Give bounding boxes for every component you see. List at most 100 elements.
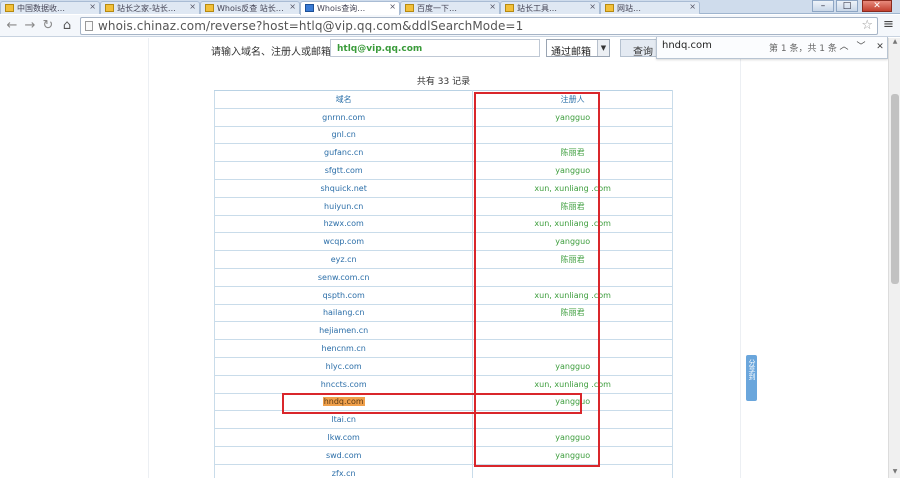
domain-link[interactable]: qspth.com [213, 285, 474, 305]
share-side-widget[interactable]: 分享到 [746, 355, 757, 401]
address-bar[interactable]: whois.chinaz.com/reverse?host=htlq@vip.q… [80, 17, 878, 35]
maximize-button[interactable]: □ [836, 0, 858, 12]
table-row: eyz.cn 陈丽君 [213, 250, 673, 269]
browser-tab[interactable]: 中国数据收… × [0, 1, 100, 14]
tab-close-icon[interactable]: × [289, 2, 296, 11]
results-table: 域名 注册人 gnrnn.com yangguo gnl.cn gufanc.cn… [213, 90, 673, 478]
find-input[interactable]: hndq.com [662, 40, 782, 55]
domain-link[interactable]: wcqp.com [213, 232, 474, 252]
table-row: huiyun.cn 陈丽君 [213, 196, 673, 216]
forward-arrow-icon[interactable]: → [22, 18, 38, 34]
browser-tab[interactable]: 网站… × [600, 1, 700, 14]
table-row: gufanc.cn 陈丽君 [213, 143, 673, 163]
domain-link[interactable]: hzwx.com [213, 214, 474, 234]
tab-label: 站长工具… [517, 4, 557, 13]
tab-label: 网站… [617, 4, 641, 13]
menu-icon[interactable]: ≡ [883, 17, 897, 32]
query-button[interactable]: 查询 [620, 39, 660, 58]
domain-link[interactable]: shquick.net [213, 178, 474, 198]
domain-link[interactable]: zfx.cn [213, 463, 474, 478]
domain-link[interactable]: hailang.cn [213, 303, 474, 323]
page-favicon-icon [305, 4, 314, 12]
domain-link[interactable]: gnl.cn [213, 125, 474, 145]
tab-close-icon[interactable]: × [389, 2, 396, 11]
browser-toolbar: ← → ↻ ⌂ whois.chinaz.com/reverse?host=ht… [0, 15, 900, 37]
vertical-scrollbar[interactable]: ▲ ▼ [888, 38, 900, 478]
domain-link[interactable]: hencnm.cn [213, 339, 474, 358]
domain-link[interactable]: gufanc.cn [213, 143, 474, 163]
scroll-down-arrow-icon[interactable]: ▼ [889, 468, 900, 478]
tab-label: Whois反查 站长… [217, 4, 284, 13]
table-row: lkw.com yangguo [213, 428, 673, 447]
table-row: hlyc.com yangguo [213, 356, 673, 376]
table-row: gnrnn.com yangguo [213, 107, 673, 127]
tab-label: Whois查询… [317, 4, 366, 13]
search-label: 请输入域名、注册人或邮箱: [211, 47, 335, 58]
page-icon [85, 21, 93, 31]
page-favicon-icon [105, 4, 114, 12]
find-bar: hndq.com 第 1 条，共 1 条 ︿ ﹀ ✕ [656, 37, 888, 59]
page-favicon-icon [605, 4, 614, 12]
browser-tab[interactable]: Whois反查 站长… × [200, 1, 300, 14]
domain-link[interactable]: senw.com.cn [213, 267, 474, 287]
search-mode-value: 通过邮箱 [551, 47, 591, 58]
table-row: sfgtt.com yangguo [213, 161, 673, 180]
search-mode-select[interactable]: 通过邮箱 ▼ [546, 39, 610, 58]
table-row: shquick.net xun, xunliang .com [213, 178, 673, 198]
chevron-down-icon: ▼ [597, 40, 609, 56]
page-favicon-icon [5, 4, 14, 12]
highlighted-row-annotation-box [282, 393, 582, 414]
table-header-row: 域名 注册人 [213, 90, 673, 109]
domain-link[interactable]: sfgtt.com [213, 161, 474, 180]
table-row: gnl.cn [213, 125, 673, 145]
table-row: zfx.cn [213, 463, 673, 478]
table-row: hailang.cn 陈丽君 [213, 303, 673, 323]
tab-label: 中国数据收… [17, 4, 65, 13]
table-row: qspth.com xun, xunliang .com [213, 285, 673, 305]
share-label: 分享到 [748, 359, 756, 380]
domain-link[interactable]: hlyc.com [213, 356, 474, 376]
tab-strip: 中国数据收… × 站长之家-站长… × Whois反查 站长… × Whois查… [0, 0, 900, 15]
domain-link[interactable]: gnrnn.com [213, 107, 474, 127]
domain-link[interactable]: hejiamen.cn [213, 321, 474, 341]
page-favicon-icon [505, 4, 514, 12]
results-summary: 共有 33 记录 [416, 77, 471, 87]
table-row: swd.com yangguo [213, 445, 673, 465]
table-row: hencnm.cn [213, 339, 673, 358]
domain-link[interactable]: lkw.com [213, 428, 474, 447]
page-favicon-icon [205, 4, 214, 12]
tab-close-icon[interactable]: × [489, 2, 496, 11]
table-row: senw.com.cn [213, 267, 673, 287]
scrollbar-thumb[interactable] [891, 94, 899, 284]
tab-label: 站长之家-站长… [117, 4, 176, 13]
home-icon[interactable]: ⌂ [59, 18, 75, 34]
bookmark-star-icon[interactable]: ☆ [861, 18, 873, 33]
back-arrow-icon[interactable]: ← [4, 18, 20, 34]
domain-link[interactable]: huiyun.cn [213, 196, 474, 216]
find-next-icon[interactable]: ﹀ [854, 39, 868, 55]
table-row: hnccts.com xun, xunliang .com [213, 374, 673, 394]
browser-tab-active[interactable]: Whois查询… × [300, 1, 400, 15]
browser-tab[interactable]: 站长工具… × [500, 1, 600, 14]
browser-tab[interactable]: 百度一下… × [400, 1, 500, 14]
search-input[interactable]: htlq@vip.qq.com [330, 39, 540, 57]
find-close-icon[interactable]: ✕ [873, 39, 887, 55]
url-text[interactable]: whois.chinaz.com/reverse?host=htlq@vip.q… [98, 19, 523, 33]
reload-icon[interactable]: ↻ [40, 18, 56, 34]
domain-link[interactable]: eyz.cn [213, 250, 474, 269]
tab-label: 百度一下… [417, 4, 457, 13]
column-header-domain: 域名 [213, 90, 474, 109]
tab-close-icon[interactable]: × [689, 2, 696, 11]
table-row: hejiamen.cn [213, 321, 673, 341]
minimize-button[interactable]: – [812, 0, 834, 12]
find-previous-icon[interactable]: ︿ [837, 39, 851, 55]
browser-tab[interactable]: 站长之家-站长… × [100, 1, 200, 14]
close-window-button[interactable]: ✕ [862, 0, 892, 12]
scroll-up-arrow-icon[interactable]: ▲ [889, 38, 900, 48]
tab-close-icon[interactable]: × [589, 2, 596, 11]
domain-link[interactable]: hnccts.com [213, 374, 474, 394]
domain-link[interactable]: swd.com [213, 445, 474, 465]
tab-close-icon[interactable]: × [89, 2, 96, 11]
tab-close-icon[interactable]: × [189, 2, 196, 11]
table-row: wcqp.com yangguo [213, 232, 673, 252]
